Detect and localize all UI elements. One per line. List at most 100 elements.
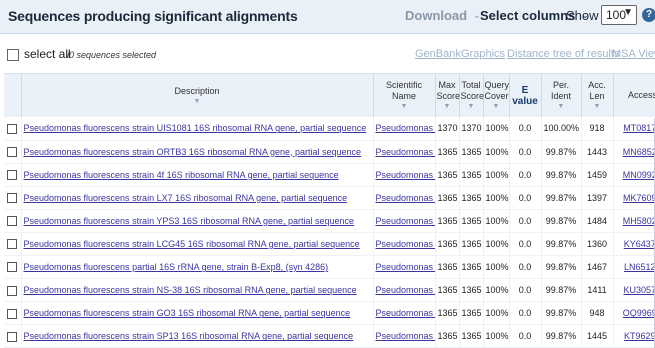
col-query-cover[interactable]: Query Cover ▼ [483, 74, 510, 117]
accession-link[interactable]: KY643713.1 [624, 239, 655, 249]
accession-cell: LN651257.1 [613, 255, 655, 280]
description-cell: Pseudomonas fluorescens strain 4f 16S ri… [21, 163, 374, 187]
distance-tree-link[interactable]: Distance tree of results [507, 48, 620, 60]
description-cell: Pseudomonas fluorescens strain LCG45 16S… [21, 232, 374, 257]
help-icon[interactable]: ? [642, 8, 655, 22]
query-cover-cell: 100% [483, 255, 510, 280]
table-row: Pseudomonas fluorescens strain 4f 16S ri… [4, 163, 655, 187]
description-cell: Pseudomonas fluorescens strain NS-38 16S… [21, 278, 374, 303]
accession-cell: OQ996900.1 [613, 301, 655, 326]
row-checkbox[interactable] [7, 170, 18, 181]
accession-link[interactable]: OQ996900.1 [623, 308, 655, 318]
row-checkbox[interactable] [7, 146, 18, 157]
scientific-name-cell: Pseudomonas fl... [373, 117, 436, 141]
row-checkbox[interactable] [7, 239, 18, 250]
select-all-checkbox[interactable] [7, 49, 19, 61]
row-checkbox[interactable] [7, 193, 18, 204]
accession-link[interactable]: MN685247.1 [623, 147, 655, 157]
col-max-score[interactable]: Max Score ▼ [435, 74, 460, 117]
col-scientific-name[interactable]: Scientific Name ▼ [373, 74, 436, 117]
download-menu[interactable]: Download ⌄ [405, 8, 481, 23]
scientific-name-cell: Pseudomonas fl... [373, 301, 436, 326]
col-e-value[interactable]: Evalue [509, 74, 542, 117]
acc-len-cell: 1459 [581, 163, 614, 187]
row-checkbox[interactable] [7, 262, 18, 273]
chevron-down-icon: ▼ [623, 7, 633, 18]
acc-len-cell: 1360 [581, 232, 614, 257]
col-per-ident[interactable]: Per. Ident ▼ [541, 74, 582, 117]
col-total-score[interactable]: Total Score ▼ [459, 74, 484, 117]
selected-count: i0 sequences selected [67, 50, 157, 60]
accession-link[interactable]: KU305728.1 [623, 285, 655, 295]
row-checkbox-cell [4, 301, 22, 326]
max-score-cell: 1365 [435, 301, 460, 326]
sort-arrow-icon: ▼ [193, 97, 201, 105]
e-value-cell: 0.0 [509, 232, 542, 257]
max-score-cell: 1365 [435, 278, 460, 303]
description-link[interactable]: Pseudomonas fluorescens strain ORTB3 16S… [24, 147, 362, 157]
per-ident-cell: 100.00% [541, 117, 582, 141]
per-ident-cell: 99.87% [541, 209, 582, 233]
graphics-link[interactable]: Graphics [461, 48, 505, 60]
max-score-cell: 1365 [435, 186, 460, 210]
description-link[interactable]: Pseudomonas fluorescens strain NS-38 16S… [24, 285, 357, 295]
scientific-name-link[interactable]: Pseudomonas fl... [376, 147, 435, 157]
description-cell: Pseudomonas fluorescens partial 16S rRNA… [21, 255, 374, 280]
description-link[interactable]: Pseudomonas fluorescens strain LX7 16S r… [24, 193, 348, 203]
page-size-select[interactable]: 100 ▼ [601, 5, 637, 25]
table-row: Pseudomonas fluorescens strain LX7 16S r… [4, 186, 655, 210]
select-all-label[interactable]: select all [24, 47, 71, 61]
accession-link[interactable]: MK760925.1 [623, 193, 655, 203]
results-title: Sequences producing significant alignmen… [8, 8, 298, 24]
row-checkbox[interactable] [7, 123, 18, 134]
description-cell: Pseudomonas fluorescens strain YPS3 16S … [21, 209, 374, 233]
show-label: Show [566, 8, 599, 23]
accession-link[interactable]: MH580200.1 [623, 216, 655, 226]
scientific-name-link[interactable]: Pseudomonas fl... [376, 331, 435, 341]
scientific-name-link[interactable]: Pseudomonas fl... [376, 170, 435, 180]
row-checkbox[interactable] [7, 331, 18, 342]
header-checkbox-col [4, 74, 22, 117]
table-row: Pseudomonas fluorescens strain LCG45 16S… [4, 232, 655, 257]
row-checkbox-cell [4, 163, 22, 187]
accession-link[interactable]: KT962914.1 [624, 331, 655, 341]
acc-len-cell: 1443 [581, 140, 614, 164]
description-link[interactable]: Pseudomonas fluorescens strain SP13 16S … [24, 331, 354, 341]
e-value-cell: 0.0 [509, 209, 542, 233]
accession-cell: KY643713.1 [613, 232, 655, 257]
row-checkbox[interactable] [7, 308, 18, 319]
scientific-name-link[interactable]: Pseudomonas fl... [376, 216, 435, 226]
description-link[interactable]: Pseudomonas fluorescens strain UIS1081 1… [24, 123, 367, 133]
row-checkbox[interactable] [7, 216, 18, 227]
genbank-link[interactable]: GenBank [415, 48, 461, 60]
description-link[interactable]: Pseudomonas fluorescens strain GO3 16S r… [24, 308, 351, 318]
scientific-name-link[interactable]: Pseudomonas fl... [376, 308, 435, 318]
scientific-name-cell: Pseudomonas fl... [373, 209, 436, 233]
description-link[interactable]: Pseudomonas fluorescens strain LCG45 16S… [24, 239, 360, 249]
accession-link[interactable]: MT081747.1 [623, 123, 655, 133]
scientific-name-link[interactable]: Pseudomonas fl... [376, 285, 435, 295]
description-link[interactable]: Pseudomonas fluorescens strain YPS3 16S … [24, 216, 355, 226]
table-row: Pseudomonas fluorescens strain SP13 16S … [4, 324, 655, 348]
scientific-name-link[interactable]: Pseudomonas fl... [376, 262, 435, 272]
msa-viewer-link[interactable]: MSA Viewer [612, 48, 655, 60]
sort-arrow-icon: ▼ [557, 103, 565, 110]
select-columns-label: Select columns [480, 8, 576, 23]
description-link[interactable]: Pseudomonas fluorescens strain 4f 16S ri… [24, 170, 339, 180]
row-checkbox-cell [4, 117, 22, 141]
scientific-name-link[interactable]: Pseudomonas fl... [376, 193, 435, 203]
col-accession[interactable]: Accession [613, 74, 655, 117]
scientific-name-link[interactable]: Pseudomonas fl... [376, 239, 435, 249]
scientific-name-link[interactable]: Pseudomonas fl... [376, 123, 435, 133]
per-ident-cell: 99.87% [541, 255, 582, 280]
col-description[interactable]: Description ▼ [21, 74, 374, 117]
max-score-cell: 1365 [435, 232, 460, 257]
per-ident-cell: 99.87% [541, 186, 582, 210]
description-cell: Pseudomonas fluorescens strain GO3 16S r… [21, 301, 374, 326]
query-cover-cell: 100% [483, 301, 510, 326]
description-link[interactable]: Pseudomonas fluorescens partial 16S rRNA… [24, 262, 329, 272]
col-acc-len[interactable]: Acc. Len ▼ [581, 74, 614, 117]
accession-link[interactable]: LN651257.1 [624, 262, 655, 272]
accession-link[interactable]: MN099291.1 [623, 170, 655, 180]
row-checkbox[interactable] [7, 285, 18, 296]
